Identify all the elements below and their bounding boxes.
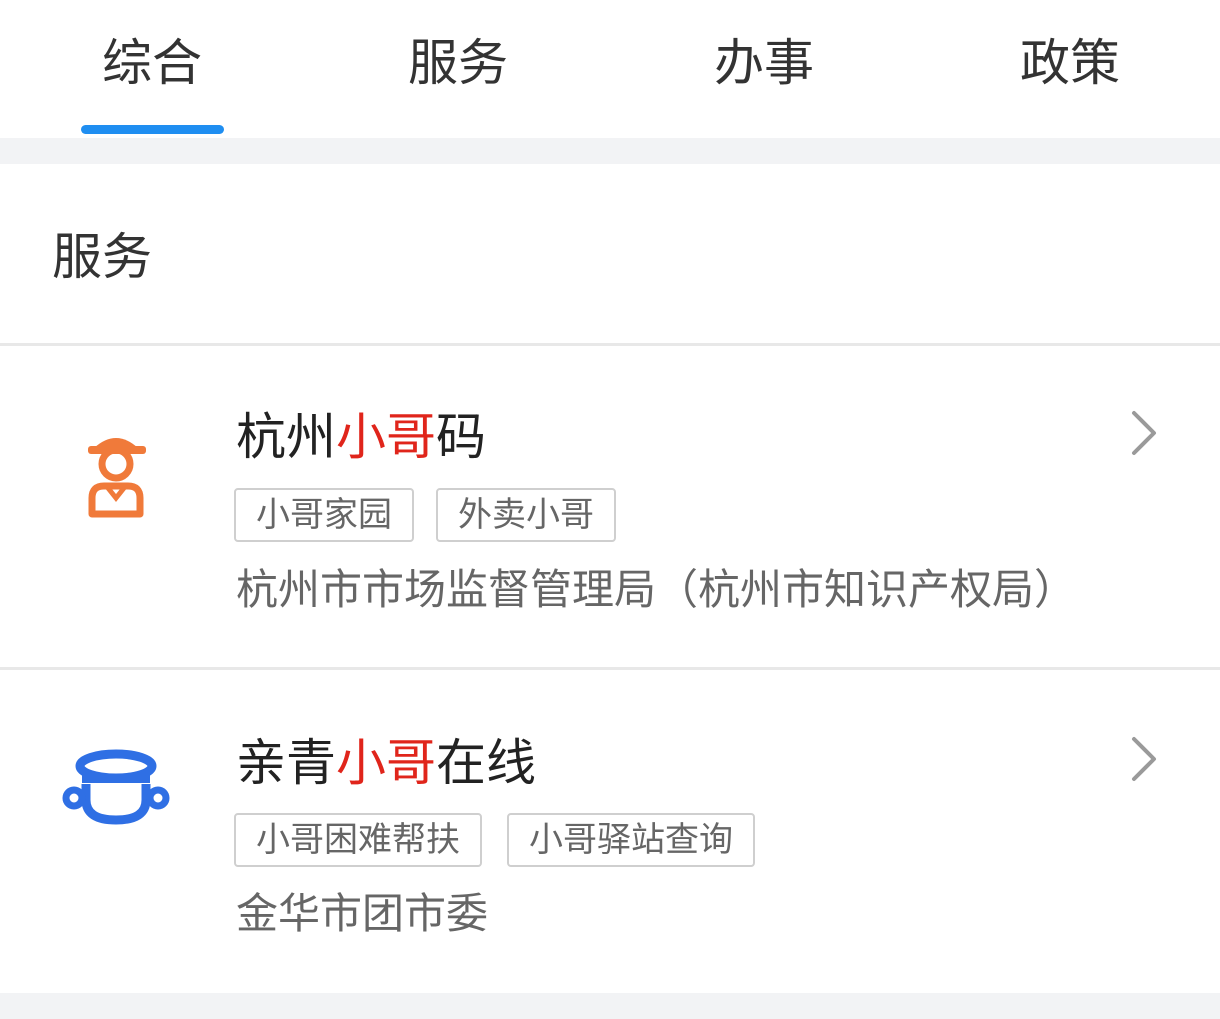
title-part: 在线 xyxy=(436,734,536,792)
item-organization: 杭州市市场监督管理局（杭州市知识产权局） xyxy=(236,565,1077,614)
title-part: 杭州 xyxy=(236,408,336,466)
item-title: 亲青小哥在线 xyxy=(236,730,536,796)
list-item-qinqing-courier-online[interactable]: 亲青小哥在线 小哥困难帮扶 小哥驿站查询 金华市团市委 xyxy=(0,670,1220,990)
tab-policy[interactable]: 政策 xyxy=(970,28,1170,138)
tag[interactable]: 小哥困难帮扶 xyxy=(234,813,482,867)
list-item-hangzhou-courier-code[interactable]: 杭州小哥码 小哥家园 外卖小哥 杭州市市场监督管理局（杭州市知识产权局） xyxy=(0,346,1220,666)
courier-person-icon xyxy=(88,438,146,518)
title-part: 码 xyxy=(436,408,486,466)
item-title: 杭州小哥码 xyxy=(236,404,486,470)
bottom-strip xyxy=(0,993,1220,1019)
section-title: 服务 xyxy=(52,228,152,286)
tag[interactable]: 小哥家园 xyxy=(234,488,414,542)
title-highlight: 小哥 xyxy=(336,734,436,792)
chevron-right-icon xyxy=(1132,411,1156,455)
tab-comprehensive[interactable]: 综合 xyxy=(52,28,252,138)
chevron-right-icon xyxy=(1132,737,1156,781)
tag[interactable]: 外卖小哥 xyxy=(436,488,616,542)
title-highlight: 小哥 xyxy=(336,408,436,466)
title-part: 亲青 xyxy=(236,734,336,792)
tab-affairs[interactable]: 办事 xyxy=(664,28,864,138)
tag[interactable]: 小哥驿站查询 xyxy=(507,813,755,867)
tab-services[interactable]: 服务 xyxy=(358,28,558,138)
active-tab-indicator xyxy=(81,125,224,134)
tab-bar: 综合 服务 办事 政策 xyxy=(0,0,1220,138)
courier-helmet-icon xyxy=(62,749,170,825)
section-gap xyxy=(0,138,1220,164)
item-organization: 金华市团市委 xyxy=(236,889,489,938)
